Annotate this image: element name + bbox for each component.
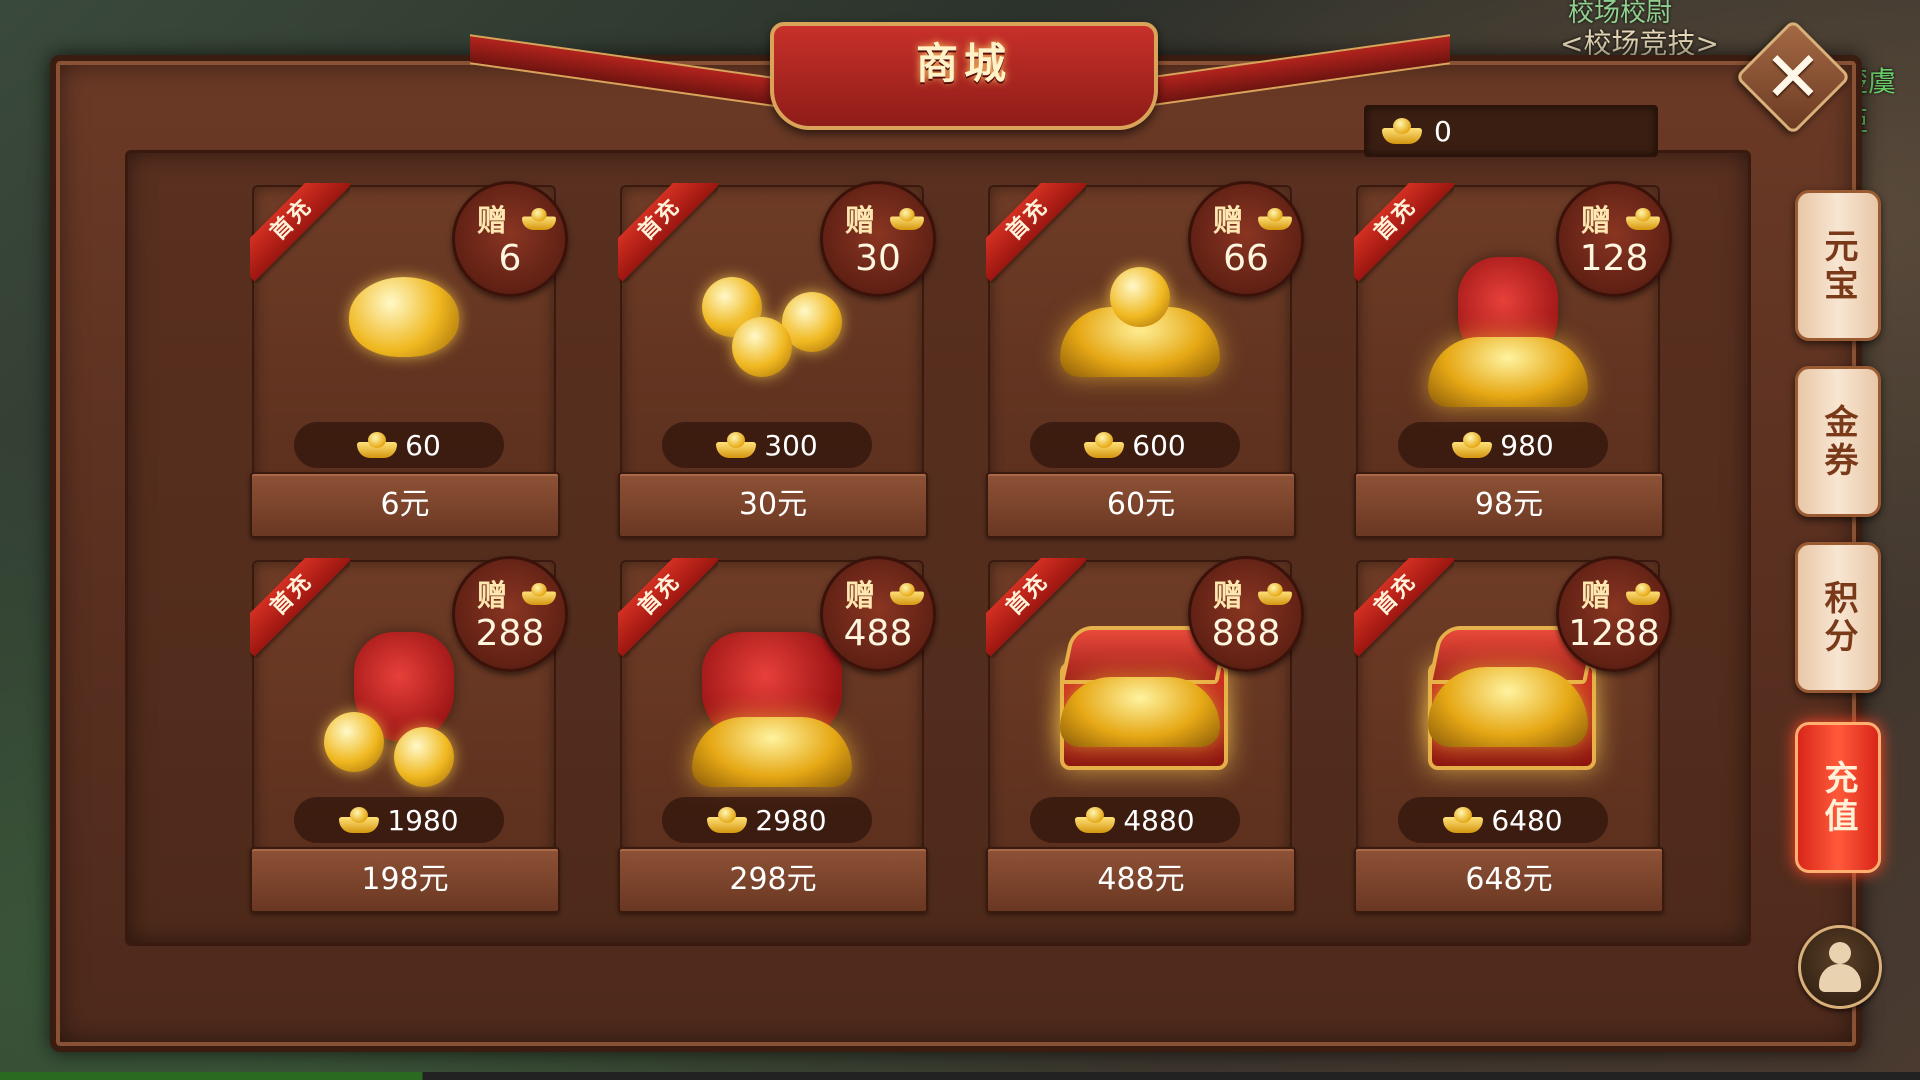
gold-ingot-icon [1626,207,1660,231]
gold-ingot-icon [522,582,556,606]
product-card[interactable]: 首充赠 288 1980 198元 [250,556,568,913]
ingot-art [324,712,384,772]
ingot-pile-art [1428,667,1588,747]
ingot-amount-value: 60 [405,428,441,462]
bonus-badge: 赠 888 [1188,556,1304,672]
gold-ingot-icon [1258,582,1292,606]
tab-chongzhi[interactable]: 充值 [1795,722,1881,873]
product-card[interactable]: 首充赠 488 2980 298元 [618,556,936,913]
gold-ingot-icon [1626,582,1660,606]
gold-ingot-icon [707,807,748,833]
gold-ingot-icon [357,432,398,458]
bonus-amount: 66 [1223,238,1269,279]
ingot-amount-value: 6480 [1491,803,1563,837]
currency-balance-box: 0 [1364,105,1658,157]
page-title: 商城 [915,39,1012,88]
ingot-art [1110,267,1170,327]
bonus-badge: 赠 66 [1188,181,1304,297]
buy-price-button[interactable]: 60元 [986,472,1296,538]
character-avatar-button[interactable] [1798,925,1882,1009]
tab-jinquan[interactable]: 金券 [1795,366,1881,517]
bonus-amount: 288 [475,613,545,654]
bonus-label: 赠 [1581,204,1611,239]
buy-price-button[interactable]: 198元 [250,847,560,913]
bonus-badge: 赠 128 [1556,181,1672,297]
bonus-amount: 30 [855,238,901,279]
ingot-amount-value: 2980 [755,803,827,837]
tab-jifen[interactable]: 积分 [1795,542,1881,693]
bonus-badge: 赠 288 [452,556,568,672]
bonus-amount: 1288 [1568,613,1660,654]
bottom-status-bar [0,1072,1920,1080]
bonus-label: 赠 [477,579,507,614]
ingot-amount-value: 300 [764,428,818,462]
ingot-art [732,317,792,377]
bonus-label: 赠 [845,579,875,614]
ingot-amount: 2980 [662,797,872,843]
gold-ingot-icon [716,432,757,458]
bonus-badge: 赠 1288 [1556,556,1672,672]
product-card[interactable]: 首充赠 66 600 60元 [986,181,1304,538]
gold-ingot-icon [1382,118,1422,144]
ingot-amount: 4880 [1030,797,1240,843]
ingot-amount-value: 1980 [387,803,459,837]
product-card[interactable]: 首充赠 1288 6480 648元 [1354,556,1672,913]
bonus-label: 赠 [845,204,875,239]
bonus-label: 赠 [1213,579,1243,614]
ingot-amount-value: 4880 [1123,803,1195,837]
gold-ingot-icon [1084,432,1125,458]
ingot-amount-value: 980 [1500,428,1554,462]
buy-price-button[interactable]: 6元 [250,472,560,538]
product-card[interactable]: 首充赠 30 300 30元 [618,181,936,538]
ingot-amount: 600 [1030,422,1240,468]
avatar-body [1819,964,1861,992]
bonus-label: 赠 [1213,204,1243,239]
ingot-amount-value: 600 [1132,428,1186,462]
buy-price-button[interactable]: 298元 [618,847,928,913]
close-icon[interactable]: ✕ [1752,36,1834,118]
ingot-amount: 60 [294,422,504,468]
currency-balance-value: 0 [1434,114,1452,148]
buy-price-button[interactable]: 98元 [1354,472,1664,538]
buy-price-button[interactable]: 648元 [1354,847,1664,913]
ingot-pile-art [692,717,852,787]
bonus-amount: 488 [843,613,913,654]
ingot-amount: 300 [662,422,872,468]
ingot-art [349,277,459,357]
buy-price-button[interactable]: 30元 [618,472,928,538]
gold-ingot-icon [1452,432,1493,458]
gold-ingot-icon [890,582,924,606]
bonus-label: 赠 [477,204,507,239]
product-card[interactable]: 首充赠 6 60 6元 [250,181,568,538]
ingot-amount: 1980 [294,797,504,843]
bonus-amount: 888 [1211,613,1281,654]
gold-ingot-icon [890,207,924,231]
tab-yuanbao[interactable]: 元宝 [1795,190,1881,341]
bonus-amount: 128 [1579,238,1649,279]
avatar-head [1829,942,1851,964]
bonus-amount: 6 [498,238,522,279]
ingot-pile-art [1428,337,1588,407]
gold-ingot-icon [522,207,556,231]
gold-ingot-icon [1075,807,1116,833]
bonus-badge: 赠 30 [820,181,936,297]
ingot-amount: 980 [1398,422,1608,468]
ingot-art [394,727,454,787]
product-card[interactable]: 首充赠 128 980 98元 [1354,181,1672,538]
gold-ingot-icon [1258,207,1292,231]
ingot-amount: 6480 [1398,797,1608,843]
bonus-badge: 赠 488 [820,556,936,672]
ingot-pile-art [1060,677,1220,747]
gold-ingot-icon [1443,807,1484,833]
bonus-badge: 赠6 [452,181,568,297]
bonus-label: 赠 [1581,579,1611,614]
gold-ingot-icon [339,807,380,833]
buy-price-button[interactable]: 488元 [986,847,1296,913]
product-card[interactable]: 首充赠 888 4880 488元 [986,556,1304,913]
